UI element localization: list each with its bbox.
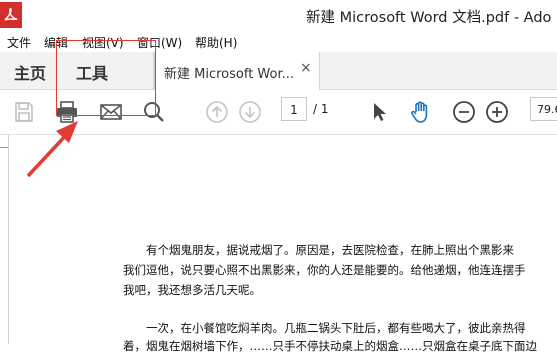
annotation-arrow-icon [26,121,78,178]
